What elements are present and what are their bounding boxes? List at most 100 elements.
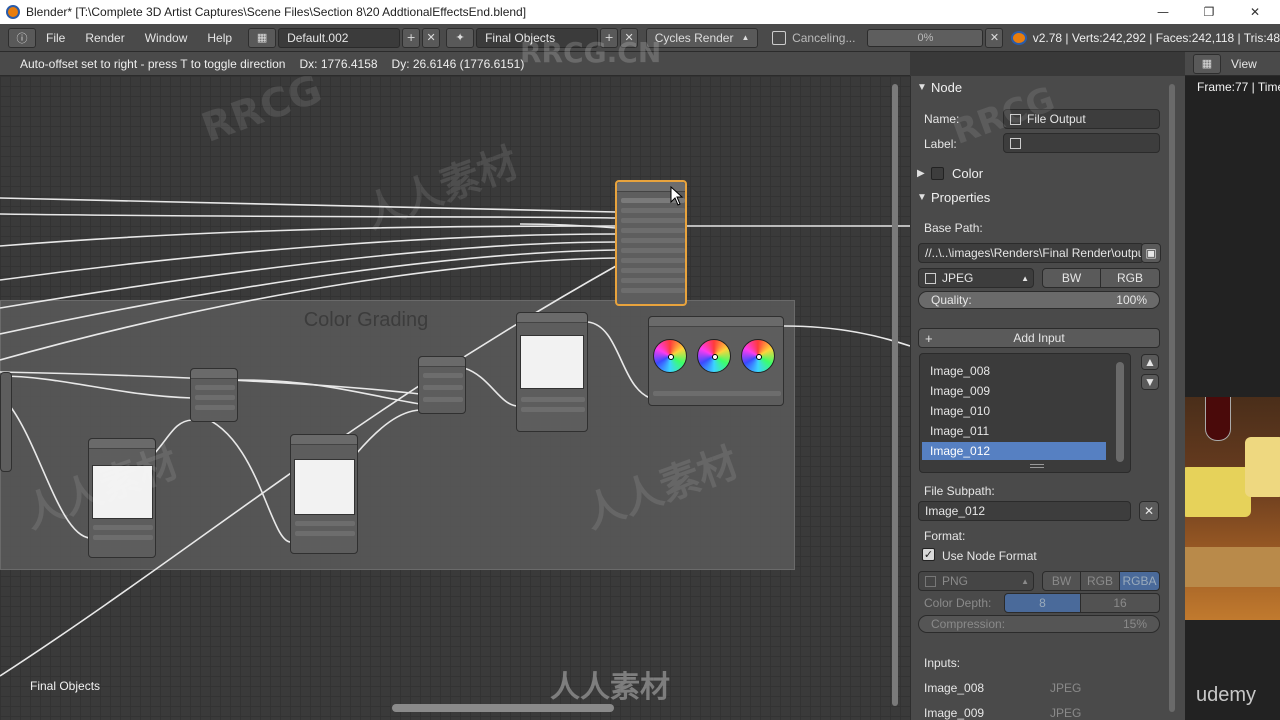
render-job-icon	[772, 30, 787, 45]
gamma-color-wheel[interactable]	[697, 339, 731, 373]
move-up-icon[interactable]: ▲	[1141, 354, 1159, 370]
mix-node-right[interactable]	[418, 356, 466, 414]
base-path-field[interactable]: //..\..\images\Renders\Final Render\outp…	[918, 243, 1144, 263]
add-input-button[interactable]: + Add Input	[918, 328, 1160, 348]
menu-window[interactable]: Window	[135, 31, 198, 45]
screen-layout-icon[interactable]: ▦	[248, 27, 277, 48]
link-wire	[9, 405, 91, 539]
color-depth-8-button[interactable]: 8	[1004, 593, 1081, 613]
menu-render[interactable]: Render	[75, 31, 134, 45]
color-depth-16-button[interactable]: 16	[1080, 593, 1160, 613]
gain-color-wheel[interactable]	[741, 339, 775, 373]
sub-color-rgb-button[interactable]: RGB	[1080, 571, 1120, 591]
scene-field[interactable]: Final Objects	[476, 27, 599, 48]
udemy-logo: udemy	[1196, 684, 1257, 706]
add-screen-icon[interactable]: +	[402, 27, 421, 48]
panel-scrollbar[interactable]	[1169, 84, 1175, 712]
menu-file[interactable]: File	[36, 31, 75, 45]
list-item[interactable]: Image_011	[922, 422, 1106, 440]
list-item-active[interactable]: Image_012	[922, 442, 1106, 460]
sub-format-dropdown[interactable]: PNG ▲	[918, 571, 1034, 591]
chevron-down-icon: ▲	[741, 33, 750, 42]
maximize-button[interactable]: ❐	[1186, 0, 1232, 24]
link-wire	[0, 375, 193, 399]
color-depth-label: Color Depth:	[924, 596, 992, 610]
list-item[interactable]: Image_009	[922, 382, 1106, 400]
lift-color-wheel[interactable]	[653, 339, 687, 373]
color-toggle-checkbox[interactable]	[931, 166, 944, 180]
editor-type-info-icon[interactable]: ⓘ	[8, 27, 36, 48]
list-resize-grip-icon[interactable]	[1030, 464, 1044, 468]
auto-offset-status: Auto-offset set to right - press T to to…	[20, 56, 286, 71]
canvas-horizontal-scrollbar[interactable]	[392, 704, 614, 712]
render-engine-dropdown[interactable]: Cycles Render ▲	[646, 27, 759, 48]
file-subpath-field[interactable]: Image_012	[918, 501, 1131, 521]
folder-browse-icon[interactable]: ▣	[1141, 243, 1161, 263]
editor-type-image-icon[interactable]: ▦	[1193, 53, 1221, 74]
remove-scene-icon[interactable]: ✕	[620, 27, 639, 48]
input-row-name: Image_009	[924, 706, 985, 720]
link-wire	[0, 213, 617, 219]
rgb-curves-node-1[interactable]	[88, 438, 156, 558]
inputs-list[interactable]: Image_008 Image_009 Image_010 Image_011 …	[919, 353, 1131, 473]
list-item[interactable]: Image_008	[922, 362, 1106, 380]
window-title: Blender* [T:\Complete 3D Artist Captures…	[26, 5, 527, 19]
sub-color-rgba-button[interactable]: RGBA	[1119, 571, 1160, 591]
rgb-curves-node-3[interactable]	[516, 312, 588, 432]
link-wire	[0, 233, 617, 281]
compression-slider[interactable]: Compression: 15%	[918, 615, 1160, 633]
job-status: Canceling...	[792, 30, 856, 45]
use-node-format-label: Use Node Format	[942, 549, 1037, 563]
base-path-label: Base Path:	[924, 221, 983, 235]
minimize-button[interactable]: —	[1140, 0, 1186, 24]
compression-label: Compression:	[931, 617, 1006, 631]
input-row-name: Image_008	[924, 681, 985, 695]
link-wire	[587, 321, 651, 399]
cancel-job-icon[interactable]: ✕	[985, 27, 1004, 48]
render-preview-image	[1185, 397, 1280, 620]
sub-color-bw-button[interactable]: BW	[1042, 571, 1081, 591]
add-scene-icon[interactable]: +	[600, 27, 619, 48]
cheese-shape	[1185, 467, 1251, 517]
quality-value: 100%	[1116, 293, 1147, 307]
blender-window: Blender* [T:\Complete 3D Artist Captures…	[0, 0, 1280, 720]
link-wire	[0, 197, 617, 213]
expand-triangle-icon: ▶	[917, 167, 925, 179]
file-subpath-label: File Subpath:	[924, 484, 995, 498]
node-editor-canvas[interactable]: Color Grading Final Objects RRCG 人人素材 人人…	[0, 76, 910, 720]
scene-icon[interactable]: ✦	[446, 27, 475, 48]
node-name-field[interactable]: File Output	[1003, 109, 1160, 129]
color-mode-bw-button[interactable]: BW	[1042, 268, 1101, 288]
title-bar: Blender* [T:\Complete 3D Artist Captures…	[0, 0, 1280, 24]
compression-value: 15%	[1122, 617, 1147, 631]
screen-layout-field[interactable]: Default.002	[278, 27, 401, 48]
chevron-updown-icon: ▲	[1021, 273, 1029, 283]
list-scrollbar[interactable]	[1116, 362, 1124, 462]
image-format-icon	[925, 272, 936, 284]
node-label-field[interactable]	[1003, 133, 1160, 153]
quality-slider[interactable]: Quality: 100%	[918, 291, 1160, 309]
color-balance-node[interactable]	[648, 316, 784, 406]
node-name-value: File Output	[1027, 112, 1086, 126]
close-window-button[interactable]: ✕	[1232, 0, 1278, 24]
label-label: Label:	[924, 137, 957, 151]
file-format-dropdown[interactable]: JPEG ▲	[918, 268, 1034, 288]
view-menu[interactable]: View	[1231, 57, 1257, 71]
remove-screen-icon[interactable]: ✕	[422, 27, 441, 48]
blender-version-icon	[1010, 31, 1027, 45]
node-section-header[interactable]: ▼ Node	[917, 76, 1165, 98]
link-wire	[355, 409, 421, 455]
properties-section-header[interactable]: ▼ Properties	[917, 186, 1165, 208]
use-node-format-checkbox[interactable]: ✓	[922, 548, 935, 561]
mix-node-left[interactable]	[190, 368, 238, 422]
list-item[interactable]: Image_010	[922, 402, 1106, 420]
move-down-icon[interactable]: ▼	[1141, 374, 1159, 390]
menu-help[interactable]: Help	[197, 31, 242, 45]
rgb-curves-node-2[interactable]	[290, 434, 358, 554]
link-wire	[463, 367, 519, 407]
color-section-header[interactable]: ▶ Color	[917, 162, 1165, 184]
canvas-vertical-scrollbar[interactable]	[892, 84, 898, 706]
color-mode-rgb-button[interactable]: RGB	[1100, 268, 1160, 288]
rgb-curves-node-partial[interactable]	[0, 372, 12, 472]
clear-subpath-icon[interactable]: ✕	[1139, 501, 1159, 521]
